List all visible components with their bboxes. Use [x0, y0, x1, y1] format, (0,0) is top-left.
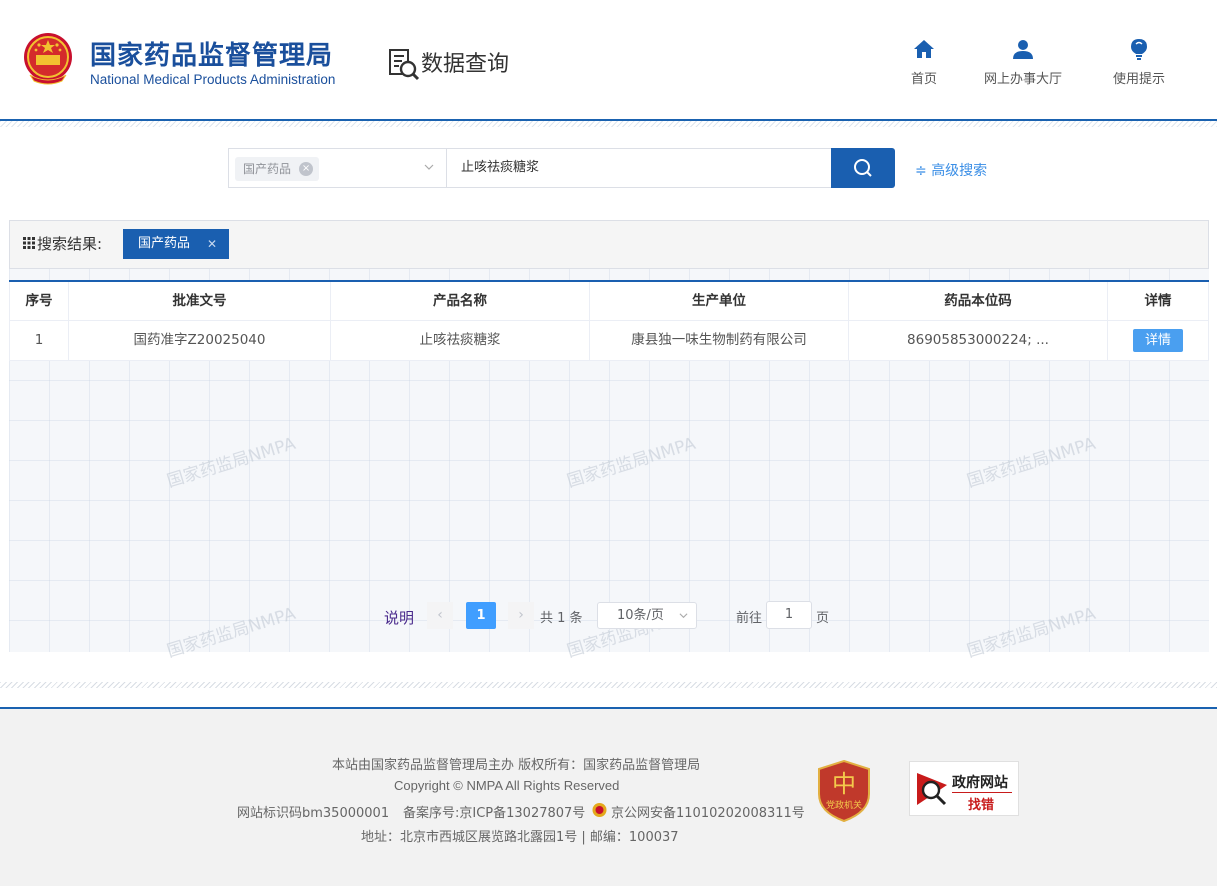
footer-sponsor: 本站由国家药品监督管理局主办 版权所有：国家药品监督管理局: [332, 758, 701, 773]
footer-hatch: [0, 682, 1217, 688]
watermark: 国家药监局NMPA: [964, 433, 1098, 492]
grid-icon: [23, 237, 35, 249]
column-header: 序号: [9, 282, 69, 320]
nav-home[interactable]: 首页: [911, 38, 937, 87]
column-header: 批准文号: [69, 282, 331, 320]
table-row[interactable]: 1 国药准字Z20025040 止咳祛痰糖浆 康县独一味生物制药有限公司 869…: [9, 321, 1209, 361]
watermark: 国家药监局NMPA: [164, 433, 298, 492]
site-subtitle[interactable]: National Medical Products Administration: [90, 72, 335, 87]
cell-manufacturer: 康县独一味生物制药有限公司: [590, 321, 849, 360]
category-tag-label: 国产药品: [243, 162, 292, 176]
advanced-search-label: 高级搜索: [931, 163, 988, 179]
chevron-down-icon: [424, 164, 434, 170]
header: 国家药品监督管理局 National Medical Products Admi…: [0, 0, 1217, 119]
table-header: 序号 批准文号 产品名称 生产单位 药品本位码 详情: [9, 282, 1209, 321]
svg-text:中: 中: [832, 770, 856, 798]
results-table: 序号 批准文号 产品名称 生产单位 药品本位码 详情 1 国药准字Z200250…: [9, 280, 1209, 361]
gov-badge-subtitle: 找错: [968, 798, 995, 813]
footer-icp[interactable]: 备案序号:京ICP备13027807号: [403, 802, 585, 821]
column-header: 详情: [1108, 282, 1209, 320]
footer-address: 地址：北京市西城区展览路北露园1号 | 邮编：100037: [361, 830, 679, 845]
nav-online-hall[interactable]: 网上办事大厅: [984, 38, 1062, 87]
gov-badge-divider: [952, 792, 1012, 793]
advanced-search-link[interactable]: ≑ 高级搜索: [915, 160, 987, 180]
cell-approval-no: 国药准字Z20025040: [69, 321, 331, 360]
nav-usage-tips-label: 使用提示: [1113, 72, 1166, 87]
nav-online-hall-label: 网上办事大厅: [984, 72, 1063, 87]
footer-copyright: Copyright © NMPA All Rights Reserved: [394, 778, 620, 793]
home-icon: [914, 40, 934, 58]
gov-site-error-report-badge[interactable]: 政府网站 找错: [909, 761, 1019, 816]
column-header: 产品名称: [331, 282, 590, 320]
column-header: 生产单位: [590, 282, 849, 320]
header-hatch: [0, 121, 1217, 127]
goto-page-input[interactable]: 1: [766, 601, 812, 629]
footer-police-record[interactable]: 京公网安备11010202008311号: [611, 802, 805, 821]
page-size-select[interactable]: 10条/页: [597, 602, 697, 629]
total-count: 共 1 条: [540, 611, 583, 626]
search-icon: [854, 159, 872, 177]
cell-detail: 详情: [1108, 321, 1209, 360]
cell-index: 1: [9, 321, 69, 360]
prev-page-button[interactable]: ‹: [427, 602, 453, 629]
page-number-current[interactable]: 1: [466, 602, 496, 629]
search-button[interactable]: [831, 148, 895, 188]
lightbulb-icon: [1131, 39, 1147, 60]
chevron-down-icon: [679, 613, 688, 619]
results-label: 搜索结果:: [37, 235, 103, 253]
section-title: 数据查询: [421, 52, 510, 77]
party-badge-text: 党政机关: [826, 799, 862, 811]
watermark: 国家药监局NMPA: [564, 433, 698, 492]
magnifier-icon: [917, 773, 947, 806]
data-query-icon: [389, 49, 420, 81]
footer: 本站由国家药品监督管理局主办 版权所有：国家药品监督管理局 Copyright …: [0, 707, 1217, 886]
search-input[interactable]: 止咳祛痰糖浆: [446, 148, 832, 188]
cell-drug-code: 86905853000224; ...: [849, 321, 1108, 360]
next-page-button[interactable]: ›: [508, 602, 534, 629]
site-title[interactable]: 国家药品监督管理局: [90, 35, 333, 72]
user-icon: [1013, 40, 1033, 59]
pagination: 说明 ‹ 1 › 共 1 条 10条/页 前往 1 页: [9, 600, 1209, 630]
page-size-label: 10条/页: [617, 608, 664, 623]
results-panel: 国家药监局NMPA 国家药监局NMPA 国家药监局NMPA 国家药监局NMPA …: [9, 220, 1209, 662]
tag-remove-icon[interactable]: ×: [299, 162, 314, 176]
nav-home-label: 首页: [911, 72, 938, 87]
party-government-badge-icon[interactable]: 中 党政机关: [817, 760, 871, 822]
national-emblem-icon: [24, 33, 72, 85]
filter-icon: ≑: [915, 163, 927, 179]
column-header: 药品本位码: [849, 282, 1108, 320]
detail-button[interactable]: 详情: [1133, 328, 1183, 352]
nav-usage-tips[interactable]: 使用提示: [1113, 38, 1165, 87]
results-bar: 搜索结果: 国产药品 ✕: [9, 220, 1209, 269]
close-icon[interactable]: ✕: [207, 229, 217, 259]
police-badge-icon: [592, 803, 607, 817]
goto-suffix: 页: [816, 611, 830, 626]
category-tag: 国产药品 ×: [235, 157, 320, 181]
results-filter-tag-label: 国产药品: [138, 236, 191, 251]
cell-product-name: 止咳祛痰糖浆: [331, 321, 590, 360]
category-select[interactable]: 国产药品 ×: [228, 148, 446, 188]
goto-label: 前往: [736, 611, 763, 626]
explain-link[interactable]: 说明: [384, 607, 414, 628]
results-filter-tag[interactable]: 国产药品 ✕: [123, 229, 229, 259]
footer-site-id: 网站标识码bm35000001: [237, 806, 390, 821]
gov-badge-title: 政府网站: [952, 775, 1008, 791]
